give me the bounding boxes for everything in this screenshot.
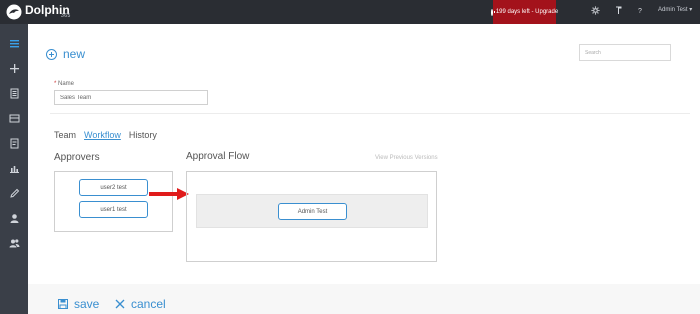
dolphin-logo-icon <box>6 4 22 20</box>
inbox-icon <box>9 114 19 122</box>
document-icon <box>10 88 18 98</box>
approvers-title: Approvers <box>54 152 100 163</box>
user-icon <box>10 213 18 223</box>
sidebar-item-documents[interactable] <box>0 82 28 104</box>
sidebar-item-forms[interactable] <box>0 132 28 154</box>
tab-team[interactable]: Team <box>54 130 76 140</box>
approvers-list: user2 test user1 test <box>54 171 173 232</box>
approval-step-dropzone[interactable]: Admin Test <box>196 194 428 228</box>
new-label: new <box>63 47 86 61</box>
approval-step-card[interactable]: Admin Test <box>278 203 347 220</box>
top-bar: Dolphin 365 199 days left - Upgrade ? Ad… <box>0 0 700 24</box>
plus-icon <box>9 63 19 73</box>
close-icon <box>115 299 125 309</box>
tab-history[interactable]: History <box>129 130 157 140</box>
new-button[interactable]: new <box>46 47 85 61</box>
pencil-icon <box>9 188 19 198</box>
required-asterisk: * <box>54 81 57 87</box>
name-label-text: Name <box>58 81 75 87</box>
save-button[interactable]: save <box>58 297 99 311</box>
clock-icon <box>490 8 495 16</box>
approval-flow-area[interactable]: Admin Test <box>186 171 437 262</box>
search-input[interactable] <box>579 44 671 61</box>
approver-user-card[interactable]: user1 test <box>79 201 148 218</box>
divider <box>50 113 690 114</box>
sidebar-item-reports[interactable] <box>0 157 28 179</box>
hamburger-icon <box>9 39 19 47</box>
view-previous-versions-link[interactable]: View Previous Versions <box>375 155 438 161</box>
plus-circle-icon <box>46 48 57 60</box>
user-name: Admin Test <box>658 7 688 13</box>
tab-workflow[interactable]: Workflow <box>84 130 121 140</box>
floppy-disk-icon <box>58 299 68 309</box>
cancel-button[interactable]: cancel <box>115 297 166 311</box>
users-icon <box>9 238 19 247</box>
form-icon <box>10 138 18 148</box>
sidebar <box>0 24 28 314</box>
sidebar-item-groups[interactable] <box>0 232 28 254</box>
help-icon[interactable]: ? <box>638 5 642 19</box>
tabs: Team Workflow History <box>54 130 157 140</box>
main-content: new * Name Team Workflow History Approve… <box>28 24 700 314</box>
footer-bar: save cancel <box>28 284 700 314</box>
sidebar-item-inbox[interactable] <box>0 107 28 129</box>
sidebar-item-add[interactable] <box>0 57 28 79</box>
pin-icon[interactable] <box>615 5 622 19</box>
approver-user-card[interactable]: user2 test <box>79 179 148 196</box>
bar-chart-icon <box>9 165 19 173</box>
drag-arrow-icon <box>149 188 189 200</box>
save-label: save <box>74 297 100 311</box>
gear-icon[interactable] <box>591 5 600 19</box>
name-field[interactable] <box>54 90 208 105</box>
upgrade-button[interactable]: 199 days left - Upgrade <box>490 0 559 24</box>
sidebar-item-user[interactable] <box>0 207 28 229</box>
sidebar-item-menu[interactable] <box>0 32 28 54</box>
approval-flow-title: Approval Flow <box>186 151 250 162</box>
logo-subtitle: 365 <box>61 13 71 19</box>
sidebar-item-edit[interactable] <box>0 182 28 204</box>
name-label: * Name <box>54 81 74 87</box>
upgrade-text: 199 days left - Upgrade <box>495 9 559 15</box>
caret-down-icon: ▾ <box>689 7 693 13</box>
cancel-label: cancel <box>131 297 166 311</box>
user-menu[interactable]: Admin Test ▾ <box>658 6 692 13</box>
